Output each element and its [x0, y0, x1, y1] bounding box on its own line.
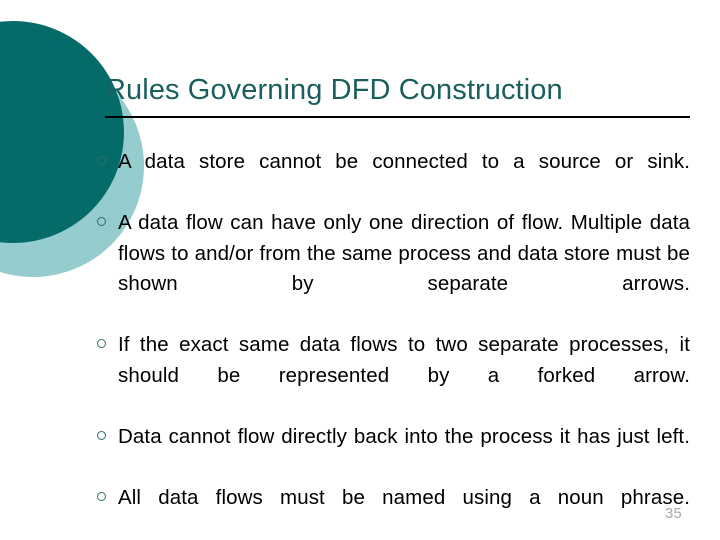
list-item: A data store cannot be connected to a so… — [97, 147, 690, 208]
title-divider — [105, 116, 690, 119]
slide-canvas: Rules Governing DFD Construction A data … — [0, 0, 720, 540]
bullet-ring-icon — [97, 430, 106, 440]
list-item-text: A data flow can have only one direction … — [118, 211, 690, 295]
bullet-list: A data store cannot be connected to a so… — [97, 147, 690, 540]
slide-number: 35 — [665, 505, 682, 522]
bullet-ring-icon — [97, 339, 106, 348]
list-item-text: All data flows must be named using a nou… — [118, 485, 690, 509]
list-item-text: If the exact same data flows to two sepa… — [118, 333, 690, 387]
bullet-ring-icon — [97, 491, 106, 501]
title-block: Rules Governing DFD Construction — [105, 72, 690, 119]
list-item: A data flow can have only one direction … — [97, 208, 690, 330]
bullet-ring-icon — [97, 156, 106, 165]
list-item-text: Data cannot flow directly back into the … — [118, 424, 690, 448]
list-item-text: A data store cannot be connected to a so… — [118, 150, 690, 173]
bullet-ring-icon — [97, 217, 106, 226]
list-item: All data flows must be named using a nou… — [97, 483, 690, 540]
page-title: Rules Governing DFD Construction — [105, 74, 563, 106]
list-item: Data cannot flow directly back into the … — [97, 422, 690, 483]
list-item: If the exact same data flows to two sepa… — [97, 330, 690, 422]
